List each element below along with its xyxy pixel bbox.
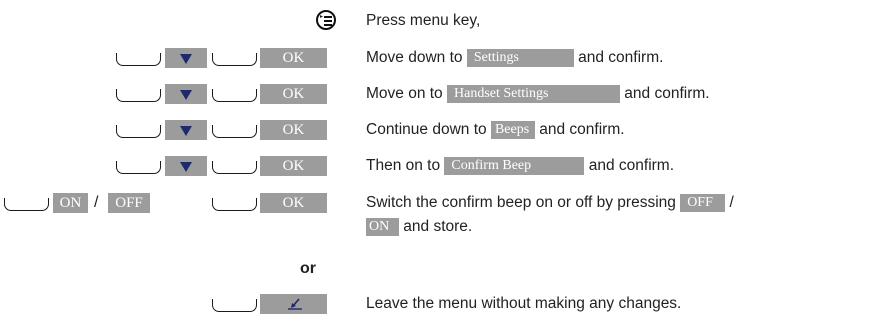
softkey-right[interactable] xyxy=(212,198,257,211)
ok-key[interactable]: OK xyxy=(260,120,327,140)
escape-key[interactable] xyxy=(260,294,327,314)
step-text: Leave the menu without making any change… xyxy=(366,295,682,312)
step-menu-key: ▸ Press menu key, xyxy=(0,9,873,35)
menu-key-icon: ▸ xyxy=(316,10,336,30)
step-beeps: OK Continue down to Beeps and confirm. xyxy=(0,120,873,146)
off-key[interactable]: OFF xyxy=(108,193,150,213)
step-settings: OK Move down to Settings and confirm. xyxy=(0,48,873,74)
ok-key[interactable]: OK xyxy=(260,193,327,213)
menu-escape-icon xyxy=(288,298,302,310)
ok-key[interactable]: OK xyxy=(260,84,327,104)
softkey-left[interactable] xyxy=(4,198,49,211)
on-highlight: ON xyxy=(366,218,399,236)
step-confirm-beep: OK Then on to Confirm Beep and confirm. xyxy=(0,156,873,182)
softkey-right[interactable] xyxy=(212,89,257,102)
down-triangle-icon xyxy=(180,162,192,172)
softkey-right[interactable] xyxy=(212,53,257,66)
step-handset-settings: OK Move on to Handset Settings and confi… xyxy=(0,84,873,110)
step-text: Move on to Handset Settings and confirm. xyxy=(366,85,710,103)
softkey-right[interactable] xyxy=(212,125,257,138)
step-text: Move down to Settings and confirm. xyxy=(366,49,664,67)
step-text: Then on to Confirm Beep and confirm. xyxy=(366,157,675,175)
down-key[interactable] xyxy=(165,120,207,140)
step-text: Press menu key, xyxy=(366,12,481,29)
off-highlight: OFF xyxy=(680,194,726,212)
softkey-right[interactable] xyxy=(212,299,257,312)
separator-slash: / xyxy=(94,194,99,211)
down-key[interactable] xyxy=(165,84,207,104)
step-switch-beep: ON / OFF OK Switch the confirm beep on o… xyxy=(0,193,873,243)
down-triangle-icon xyxy=(180,126,192,136)
menu-item-highlight: Settings xyxy=(466,49,574,67)
ok-key[interactable]: OK xyxy=(260,48,327,68)
softkey-left[interactable] xyxy=(116,125,161,138)
step-text: Switch the confirm beep on or off by pre… xyxy=(366,194,734,212)
step-text: Continue down to Beeps and confirm. xyxy=(366,121,625,139)
softkey-left[interactable] xyxy=(116,161,161,174)
menu-item-highlight: Beeps xyxy=(490,121,535,139)
step-leave-menu: Leave the menu without making any change… xyxy=(0,294,873,320)
step-text-line2: ON and store. xyxy=(366,216,472,238)
down-triangle-icon xyxy=(180,90,192,100)
ok-key[interactable]: OK xyxy=(260,156,327,176)
menu-item-highlight: Handset Settings xyxy=(447,85,620,103)
or-label: or xyxy=(300,260,316,277)
on-key[interactable]: ON xyxy=(53,193,88,213)
softkey-right[interactable] xyxy=(212,161,257,174)
menu-item-highlight: Confirm Beep xyxy=(444,157,585,175)
softkey-left[interactable] xyxy=(116,53,161,66)
softkey-left[interactable] xyxy=(116,89,161,102)
down-triangle-icon xyxy=(180,54,192,64)
down-key[interactable] xyxy=(165,156,207,176)
down-key[interactable] xyxy=(165,48,207,68)
